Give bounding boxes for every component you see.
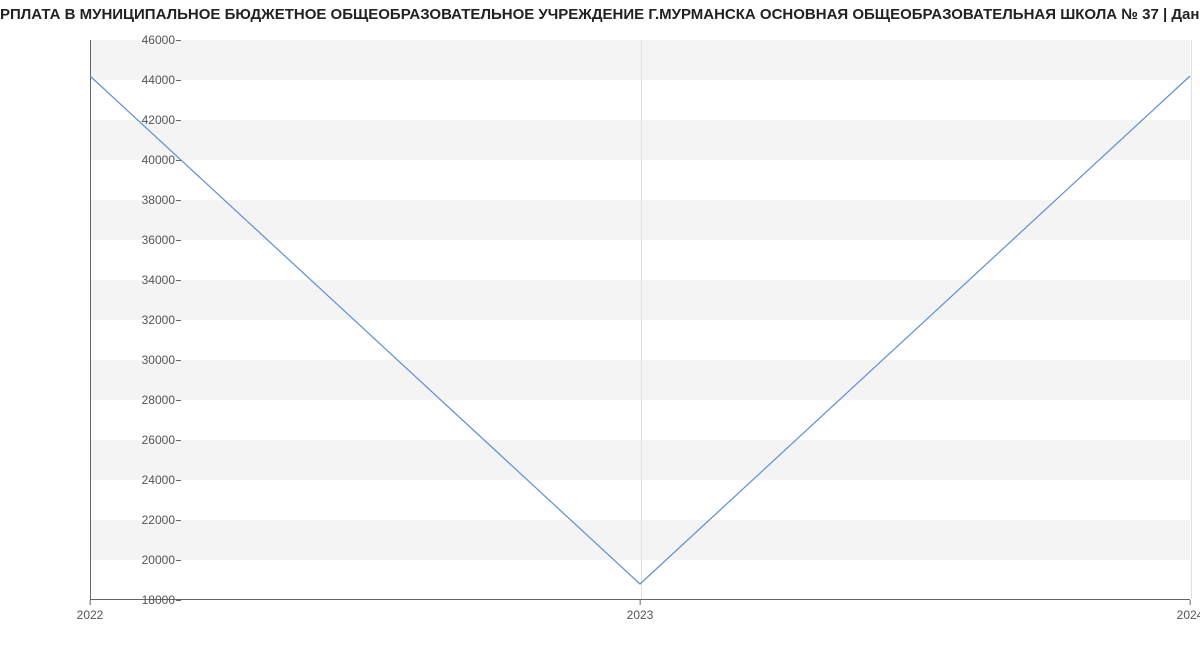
y-tick-label: 28000 [95, 393, 175, 407]
y-tick-label: 46000 [95, 33, 175, 47]
x-tick-mark [90, 600, 91, 605]
y-tick-mark [176, 280, 181, 281]
y-tick-mark [176, 120, 181, 121]
y-tick-mark [176, 80, 181, 81]
y-tick-label: 24000 [95, 473, 175, 487]
y-tick-mark [176, 320, 181, 321]
chart-title: РПЛАТА В МУНИЦИПАЛЬНОЕ БЮДЖЕТНОЕ ОБЩЕОБР… [0, 6, 1200, 23]
y-tick-mark [176, 440, 181, 441]
y-tick-label: 32000 [95, 313, 175, 327]
x-tick-mark [640, 600, 641, 605]
line-layer [90, 40, 1190, 600]
y-tick-mark [176, 240, 181, 241]
y-tick-mark [176, 360, 181, 361]
y-tick-mark [176, 400, 181, 401]
y-tick-label: 36000 [95, 233, 175, 247]
y-tick-mark [176, 40, 181, 41]
y-tick-mark [176, 200, 181, 201]
x-tick-mark [1190, 600, 1191, 605]
v-gridline [1191, 40, 1192, 599]
y-tick-mark [176, 600, 181, 601]
y-tick-label: 26000 [95, 433, 175, 447]
y-tick-label: 42000 [95, 113, 175, 127]
y-tick-mark [176, 560, 181, 561]
x-tick-label: 2023 [627, 608, 654, 622]
series-line [90, 76, 1190, 584]
y-tick-label: 44000 [95, 73, 175, 87]
y-tick-mark [176, 520, 181, 521]
y-tick-label: 34000 [95, 273, 175, 287]
y-tick-label: 38000 [95, 193, 175, 207]
plot-area: 1800020000220002400026000280003000032000… [90, 40, 1190, 600]
y-tick-label: 30000 [95, 353, 175, 367]
y-tick-label: 20000 [95, 553, 175, 567]
y-tick-label: 18000 [95, 593, 175, 607]
y-tick-mark [176, 160, 181, 161]
y-tick-mark [176, 480, 181, 481]
x-tick-label: 2024 [1177, 608, 1200, 622]
y-tick-label: 22000 [95, 513, 175, 527]
x-tick-label: 2022 [77, 608, 104, 622]
chart-container: РПЛАТА В МУНИЦИПАЛЬНОЕ БЮДЖЕТНОЕ ОБЩЕОБР… [0, 0, 1200, 650]
y-tick-label: 40000 [95, 153, 175, 167]
